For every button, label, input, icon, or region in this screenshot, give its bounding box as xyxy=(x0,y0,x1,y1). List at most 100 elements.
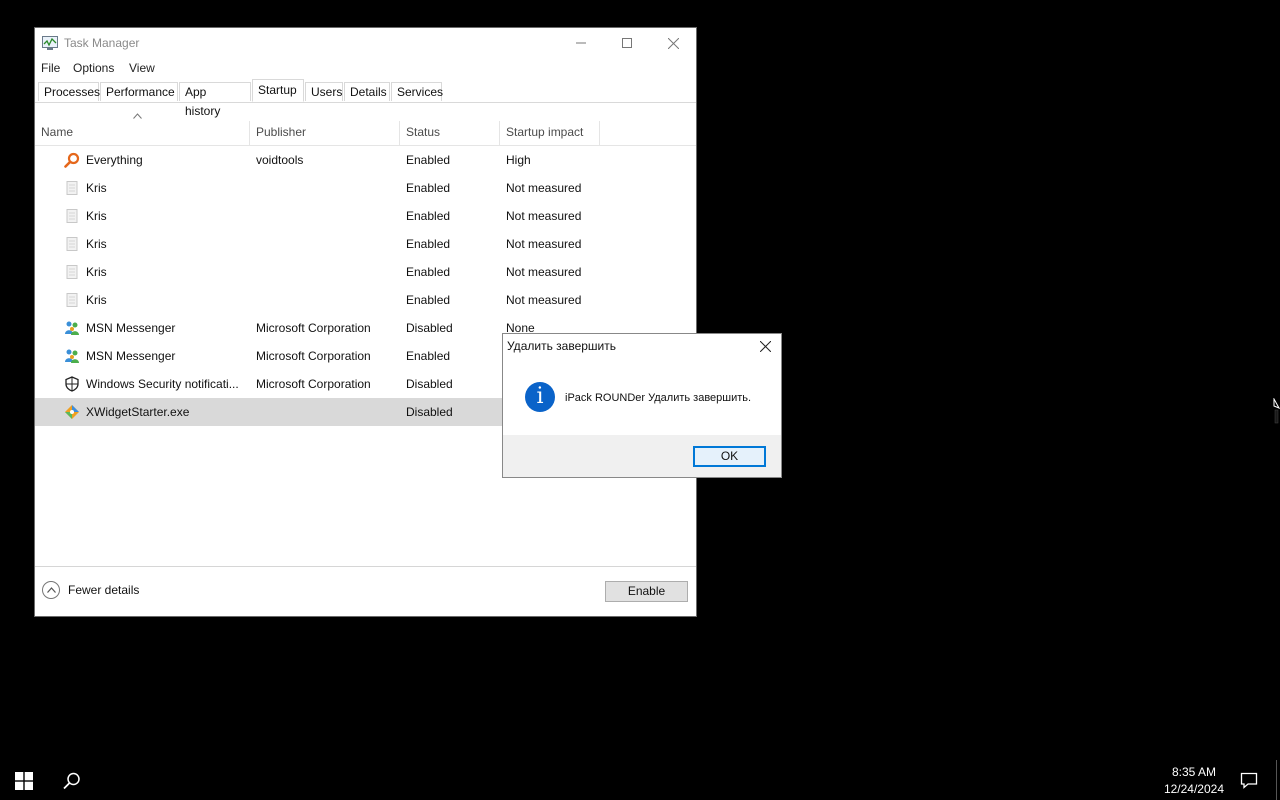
column-name[interactable]: Name xyxy=(41,125,73,139)
menu-view[interactable]: View xyxy=(129,61,155,75)
system-clock[interactable]: 8:35 AM 12/24/2024 xyxy=(1164,764,1224,798)
row-name: Kris xyxy=(86,265,107,279)
row-status: Enabled xyxy=(406,265,451,279)
row-name: Kris xyxy=(86,181,107,195)
table-row[interactable]: Kris Enabled Not measured xyxy=(35,258,696,286)
column-divider[interactable] xyxy=(249,121,250,145)
row-name: MSN Messenger xyxy=(86,349,176,363)
column-divider[interactable] xyxy=(599,121,600,145)
notification-icon[interactable] xyxy=(1240,771,1258,789)
message-dialog: Удалить завершить i iPack ROUNDer Удалит… xyxy=(502,333,782,478)
column-divider[interactable] xyxy=(399,121,400,145)
msn-buddy-icon xyxy=(65,321,79,335)
table-row[interactable]: Everything voidtools Enabled High xyxy=(35,146,696,174)
dialog-button-area: OK xyxy=(503,435,781,477)
row-status: Enabled xyxy=(406,209,451,223)
row-name: Kris xyxy=(86,209,107,223)
maximize-button[interactable] xyxy=(604,28,650,58)
row-impact: Not measured xyxy=(506,209,582,223)
taskbar: 8:35 AM 12/24/2024 xyxy=(0,760,1280,800)
row-publisher: Microsoft Corporation xyxy=(256,321,371,335)
title-bar[interactable]: Task Manager xyxy=(35,28,696,58)
row-name: Everything xyxy=(86,153,143,167)
row-publisher: Microsoft Corporation xyxy=(256,349,371,363)
row-status: Disabled xyxy=(406,321,453,335)
row-name: Windows Security notificati... xyxy=(86,377,239,391)
table-row[interactable]: Kris Enabled Not measured xyxy=(35,230,696,258)
row-impact: Not measured xyxy=(506,293,582,307)
menu-options[interactable]: Options xyxy=(73,61,114,75)
row-status: Enabled xyxy=(406,181,451,195)
row-status: Enabled xyxy=(406,153,451,167)
tab-users[interactable]: Users xyxy=(305,82,343,101)
magnifier-icon xyxy=(64,152,80,168)
mouse-cursor-icon xyxy=(1273,398,1280,424)
task-manager-window: Task Manager File Options View Processes… xyxy=(34,27,697,617)
tab-strip: Processes Performance App history Startu… xyxy=(35,79,696,118)
column-header-row: Name Publisher Status Startup impact xyxy=(35,103,696,146)
column-startup-impact[interactable]: Startup impact xyxy=(506,125,583,139)
row-name: Kris xyxy=(86,237,107,251)
row-name: Kris xyxy=(86,293,107,307)
windows-start-icon[interactable] xyxy=(15,772,33,790)
row-status: Enabled xyxy=(406,293,451,307)
row-status: Enabled xyxy=(406,237,451,251)
table-row[interactable]: Kris Enabled Not measured xyxy=(35,286,696,314)
xwidget-icon xyxy=(65,405,79,419)
window-title: Task Manager xyxy=(64,36,140,50)
blank-file-icon xyxy=(66,181,78,195)
chevron-up-icon xyxy=(42,581,60,599)
shield-icon xyxy=(65,376,79,392)
close-icon xyxy=(667,37,679,49)
row-impact: Not measured xyxy=(506,265,582,279)
tab-processes[interactable]: Processes xyxy=(38,82,100,101)
row-status: Enabled xyxy=(406,349,451,363)
footer-bar: Fewer details Enable xyxy=(35,566,696,616)
maximize-icon xyxy=(622,38,632,48)
row-publisher: Microsoft Corporation xyxy=(256,377,371,391)
clock-date: 12/24/2024 xyxy=(1163,782,1224,796)
blank-file-icon xyxy=(66,237,78,251)
blank-file-icon xyxy=(66,209,78,223)
dialog-title: Удалить завершить xyxy=(507,339,616,353)
menu-bar: File Options View xyxy=(35,58,696,78)
column-status[interactable]: Status xyxy=(406,125,440,139)
fewer-details-label: Fewer details xyxy=(68,583,140,597)
tab-services[interactable]: Services xyxy=(391,82,443,101)
search-icon[interactable] xyxy=(62,771,82,791)
row-status: Disabled xyxy=(406,377,453,391)
fewer-details-toggle[interactable]: Fewer details xyxy=(42,581,139,599)
table-row[interactable]: Kris Enabled Not measured xyxy=(35,174,696,202)
close-button[interactable] xyxy=(650,28,696,58)
tab-app-history[interactable]: App history xyxy=(179,82,251,118)
row-status: Disabled xyxy=(406,405,453,419)
row-impact: Not measured xyxy=(506,237,582,251)
dialog-close-button[interactable] xyxy=(755,337,775,355)
ok-button[interactable]: OK xyxy=(693,446,766,467)
minimize-button[interactable] xyxy=(558,28,604,58)
menu-file[interactable]: File xyxy=(41,61,60,75)
show-desktop-button[interactable] xyxy=(1276,760,1277,800)
enable-button[interactable]: Enable xyxy=(605,581,688,602)
msn-buddy-icon xyxy=(65,349,79,363)
dialog-message: iPack ROUNDer Удалить завершить. xyxy=(565,392,752,404)
tab-performance[interactable]: Performance xyxy=(100,82,178,101)
row-name: MSN Messenger xyxy=(86,321,176,335)
row-name: XWidgetStarter.exe xyxy=(86,405,190,419)
row-publisher: voidtools xyxy=(256,153,304,167)
column-divider[interactable] xyxy=(499,121,500,145)
column-publisher[interactable]: Publisher xyxy=(256,125,306,139)
task-manager-icon xyxy=(42,36,58,50)
tab-details[interactable]: Details xyxy=(344,82,390,101)
clock-time: 8:35 AM xyxy=(1171,765,1216,779)
row-impact: Not measured xyxy=(506,181,582,195)
minimize-icon xyxy=(576,42,586,44)
row-impact: High xyxy=(506,153,531,167)
table-row[interactable]: Kris Enabled Not measured xyxy=(35,202,696,230)
sort-ascending-icon xyxy=(133,113,142,119)
close-icon xyxy=(759,340,771,352)
blank-file-icon xyxy=(66,265,78,279)
info-icon: i xyxy=(525,382,555,412)
blank-file-icon xyxy=(66,293,78,307)
tab-startup[interactable]: Startup xyxy=(252,79,304,102)
